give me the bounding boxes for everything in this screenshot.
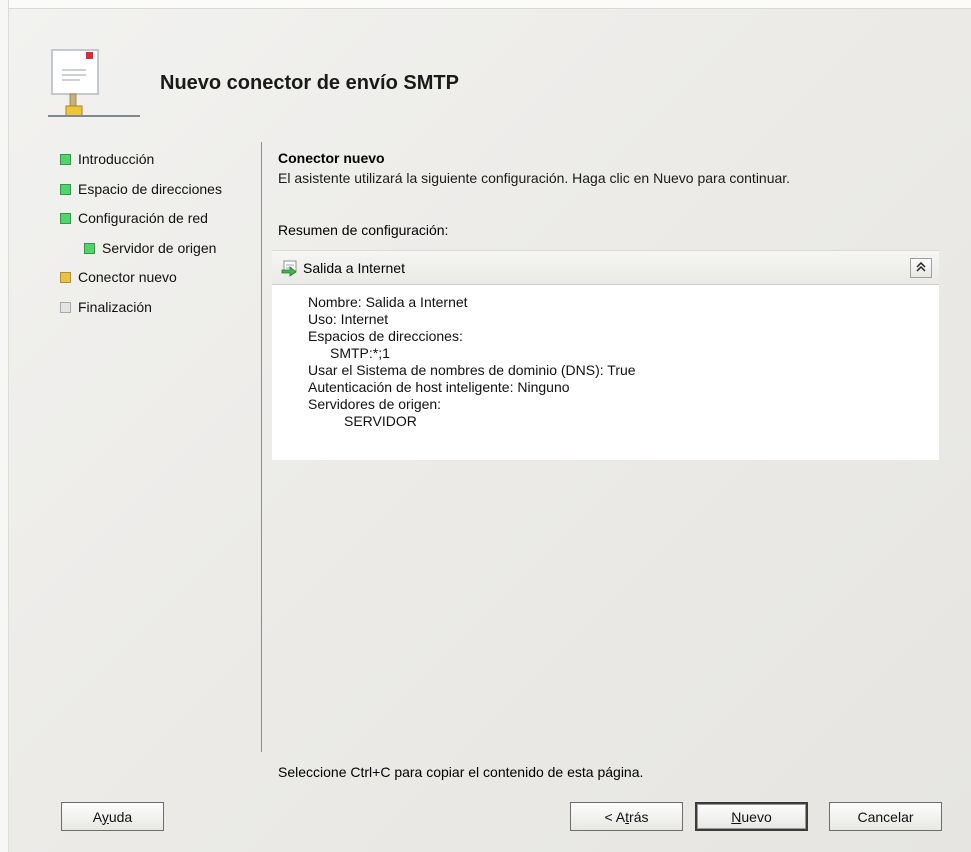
next-button-label: Nuevo <box>731 808 772 825</box>
help-button-label: Ayuda <box>92 808 133 825</box>
collapse-button[interactable] <box>910 258 932 278</box>
nav-item-label: Finalización <box>78 299 152 315</box>
summary-panel-title: Salida a Internet <box>303 259 405 276</box>
step-pending-icon <box>60 301 71 313</box>
nav-item-label: Conector nuevo <box>78 269 177 285</box>
nav-divider <box>261 142 262 752</box>
chevron-double-up-icon <box>916 261 926 275</box>
copy-hint: Seleccione Ctrl+C para copiar el conteni… <box>278 764 644 780</box>
nav-item-servidor-origen[interactable]: Servidor de origen <box>84 237 216 259</box>
summary-panel-header[interactable]: Salida a Internet <box>272 250 939 285</box>
summary-line: Uso: Internet <box>308 311 389 327</box>
send-connector-icon <box>281 259 299 277</box>
step-complete-icon <box>60 183 71 195</box>
nav-item-finalizacion[interactable]: Finalización <box>60 296 152 318</box>
mail-connector-icon <box>48 46 140 128</box>
step-current-icon <box>60 271 71 283</box>
step-complete-icon <box>60 153 71 165</box>
step-complete-icon <box>84 242 95 254</box>
nav-item-espacio-direcciones[interactable]: Espacio de direcciones <box>60 178 222 200</box>
cancel-button[interactable]: Cancelar <box>829 802 942 831</box>
summary-line: SERVIDOR <box>344 413 417 429</box>
summary-line: Servidores de origen: <box>308 396 442 412</box>
summary-line: Autenticación de host inteligente: Ningu… <box>308 379 570 395</box>
back-button-label: < Atrás <box>604 808 649 825</box>
section-description: El asistente utilizará la siguiente conf… <box>278 170 791 186</box>
summary-label: Resumen de configuración: <box>278 222 449 238</box>
section-heading: Conector nuevo <box>278 150 385 166</box>
nav-item-label: Espacio de direcciones <box>78 181 222 197</box>
page-title: Nuevo conector de envío SMTP <box>160 72 459 94</box>
nav-item-introduccion[interactable]: Introducción <box>60 148 154 170</box>
window-left-edge <box>0 0 9 852</box>
help-button[interactable]: Ayuda <box>61 802 164 831</box>
back-button[interactable]: < Atrás <box>570 802 683 831</box>
summary-panel-body: Nombre: Salida a Internet Uso: Internet … <box>272 285 939 460</box>
cancel-button-label: Cancelar <box>857 808 914 825</box>
nav-item-label: Configuración de red <box>78 210 208 226</box>
summary-line: Espacios de direcciones: <box>308 328 463 344</box>
summary-line: Nombre: Salida a Internet <box>308 294 468 310</box>
nav-item-conector-nuevo[interactable]: Conector nuevo <box>60 266 177 288</box>
summary-line: SMTP:*;1 <box>330 345 390 361</box>
window-top-edge <box>0 0 971 9</box>
nav-item-configuracion-red[interactable]: Configuración de red <box>60 207 208 229</box>
nav-item-label: Introducción <box>78 151 155 167</box>
next-button[interactable]: Nuevo <box>695 802 808 831</box>
summary-line: Usar el Sistema de nombres de dominio (D… <box>308 362 636 378</box>
step-complete-icon <box>60 212 71 224</box>
nav-item-label: Servidor de origen <box>102 240 217 256</box>
